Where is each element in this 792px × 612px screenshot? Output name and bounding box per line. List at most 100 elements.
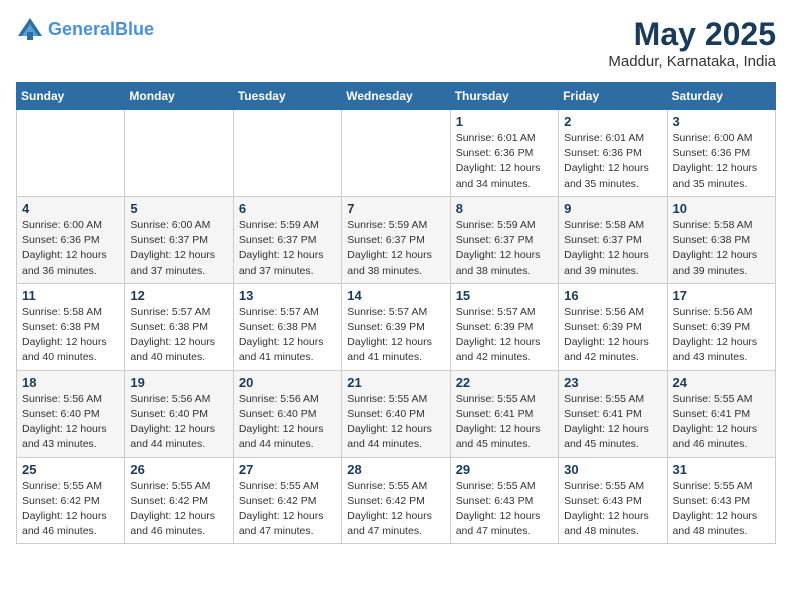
day-number: 27 bbox=[239, 462, 336, 477]
weekday-header-row: SundayMondayTuesdayWednesdayThursdayFrid… bbox=[17, 83, 776, 110]
calendar-cell: 31 Sunrise: 5:55 AM Sunset: 6:43 PM Dayli… bbox=[667, 457, 775, 544]
day-number: 23 bbox=[564, 375, 661, 390]
month-year: May 2025 bbox=[608, 16, 776, 53]
calendar-cell: 9Sunrise: 5:58 AM Sunset: 6:37 PM Daylig… bbox=[559, 196, 667, 283]
day-info: Sunrise: 5:56 AM Sunset: 6:40 PM Dayligh… bbox=[130, 392, 227, 453]
day-number: 13 bbox=[239, 288, 336, 303]
weekday-header-thursday: Thursday bbox=[450, 83, 558, 110]
day-number: 26 bbox=[130, 462, 227, 477]
calendar-cell: 5Sunrise: 6:00 AM Sunset: 6:37 PM Daylig… bbox=[125, 196, 233, 283]
calendar-cell: 28 Sunrise: 5:55 AM Sunset: 6:42 PM Dayli… bbox=[342, 457, 450, 544]
calendar-cell: 8 Sunrise: 5:59 AM Sunset: 6:37 PM Daylig… bbox=[450, 196, 558, 283]
day-number: 28 bbox=[347, 462, 444, 477]
calendar-cell: 17 Sunrise: 5:56 AM Sunset: 6:39 PM Dayli… bbox=[667, 283, 775, 370]
calendar-week-4: 18 Sunrise: 5:56 AM Sunset: 6:40 PM Dayli… bbox=[17, 370, 776, 457]
calendar-cell: 16Sunrise: 5:56 AM Sunset: 6:39 PM Dayli… bbox=[559, 283, 667, 370]
day-number: 21 bbox=[347, 375, 444, 390]
day-number: 25 bbox=[22, 462, 119, 477]
day-info: Sunrise: 5:56 AM Sunset: 6:39 PM Dayligh… bbox=[564, 305, 661, 366]
day-info: Sunrise: 5:56 AM Sunset: 6:39 PM Dayligh… bbox=[673, 305, 770, 366]
calendar-cell: 26 Sunrise: 5:55 AM Sunset: 6:42 PM Dayli… bbox=[125, 457, 233, 544]
day-info: Sunrise: 5:58 AM Sunset: 6:38 PM Dayligh… bbox=[22, 305, 119, 366]
day-info: Sunrise: 5:58 AM Sunset: 6:38 PM Dayligh… bbox=[673, 218, 770, 279]
calendar-cell bbox=[125, 110, 233, 197]
calendar-cell bbox=[17, 110, 125, 197]
page-header: GeneralBlue May 2025 Maddur, Karnataka, … bbox=[16, 16, 776, 70]
calendar-cell: 6 Sunrise: 5:59 AM Sunset: 6:37 PM Daylig… bbox=[233, 196, 341, 283]
day-number: 24 bbox=[673, 375, 770, 390]
day-number: 20 bbox=[239, 375, 336, 390]
calendar-cell: 15 Sunrise: 5:57 AM Sunset: 6:39 PM Dayli… bbox=[450, 283, 558, 370]
weekday-header-wednesday: Wednesday bbox=[342, 83, 450, 110]
day-info: Sunrise: 5:55 AM Sunset: 6:41 PM Dayligh… bbox=[673, 392, 770, 453]
calendar-week-5: 25 Sunrise: 5:55 AM Sunset: 6:42 PM Dayli… bbox=[17, 457, 776, 544]
calendar-cell: 20 Sunrise: 5:56 AM Sunset: 6:40 PM Dayli… bbox=[233, 370, 341, 457]
day-info: Sunrise: 5:55 AM Sunset: 6:42 PM Dayligh… bbox=[239, 479, 336, 540]
day-number: 15 bbox=[456, 288, 553, 303]
location: Maddur, Karnataka, India bbox=[608, 53, 776, 70]
calendar-cell: 7 Sunrise: 5:59 AM Sunset: 6:37 PM Daylig… bbox=[342, 196, 450, 283]
calendar-cell bbox=[342, 110, 450, 197]
calendar-cell bbox=[233, 110, 341, 197]
calendar-cell: 29Sunrise: 5:55 AM Sunset: 6:43 PM Dayli… bbox=[450, 457, 558, 544]
day-info: Sunrise: 5:55 AM Sunset: 6:42 PM Dayligh… bbox=[347, 479, 444, 540]
day-number: 14 bbox=[347, 288, 444, 303]
day-number: 29 bbox=[456, 462, 553, 477]
calendar-cell: 24 Sunrise: 5:55 AM Sunset: 6:41 PM Dayli… bbox=[667, 370, 775, 457]
weekday-header-saturday: Saturday bbox=[667, 83, 775, 110]
calendar-cell: 4Sunrise: 6:00 AM Sunset: 6:36 PM Daylig… bbox=[17, 196, 125, 283]
day-number: 11 bbox=[22, 288, 119, 303]
day-number: 6 bbox=[239, 201, 336, 216]
calendar-cell: 23Sunrise: 5:55 AM Sunset: 6:41 PM Dayli… bbox=[559, 370, 667, 457]
calendar-cell: 13 Sunrise: 5:57 AM Sunset: 6:38 PM Dayli… bbox=[233, 283, 341, 370]
day-info: Sunrise: 5:59 AM Sunset: 6:37 PM Dayligh… bbox=[239, 218, 336, 279]
title-block: May 2025 Maddur, Karnataka, India bbox=[608, 16, 776, 70]
calendar-cell: 12Sunrise: 5:57 AM Sunset: 6:38 PM Dayli… bbox=[125, 283, 233, 370]
day-info: Sunrise: 5:55 AM Sunset: 6:43 PM Dayligh… bbox=[673, 479, 770, 540]
day-number: 17 bbox=[673, 288, 770, 303]
calendar-cell: 21 Sunrise: 5:55 AM Sunset: 6:40 PM Dayli… bbox=[342, 370, 450, 457]
day-info: Sunrise: 5:55 AM Sunset: 6:41 PM Dayligh… bbox=[456, 392, 553, 453]
calendar-week-1: 1Sunrise: 6:01 AM Sunset: 6:36 PM Daylig… bbox=[17, 110, 776, 197]
day-info: Sunrise: 5:59 AM Sunset: 6:37 PM Dayligh… bbox=[456, 218, 553, 279]
calendar-cell: 14 Sunrise: 5:57 AM Sunset: 6:39 PM Dayli… bbox=[342, 283, 450, 370]
logo-text: GeneralBlue bbox=[48, 20, 154, 40]
day-info: Sunrise: 5:55 AM Sunset: 6:40 PM Dayligh… bbox=[347, 392, 444, 453]
day-info: Sunrise: 6:00 AM Sunset: 6:36 PM Dayligh… bbox=[673, 131, 770, 192]
day-number: 3 bbox=[673, 114, 770, 129]
day-info: Sunrise: 5:55 AM Sunset: 6:42 PM Dayligh… bbox=[22, 479, 119, 540]
day-info: Sunrise: 5:57 AM Sunset: 6:38 PM Dayligh… bbox=[239, 305, 336, 366]
calendar-cell: 2Sunrise: 6:01 AM Sunset: 6:36 PM Daylig… bbox=[559, 110, 667, 197]
day-number: 7 bbox=[347, 201, 444, 216]
calendar-week-3: 11 Sunrise: 5:58 AM Sunset: 6:38 PM Dayli… bbox=[17, 283, 776, 370]
day-number: 19 bbox=[130, 375, 227, 390]
logo-line1: General bbox=[48, 19, 115, 39]
day-info: Sunrise: 5:56 AM Sunset: 6:40 PM Dayligh… bbox=[239, 392, 336, 453]
weekday-header-tuesday: Tuesday bbox=[233, 83, 341, 110]
day-number: 1 bbox=[456, 114, 553, 129]
weekday-header-monday: Monday bbox=[125, 83, 233, 110]
day-number: 18 bbox=[22, 375, 119, 390]
day-number: 9 bbox=[564, 201, 661, 216]
calendar-cell: 27 Sunrise: 5:55 AM Sunset: 6:42 PM Dayli… bbox=[233, 457, 341, 544]
day-number: 2 bbox=[564, 114, 661, 129]
logo: GeneralBlue bbox=[16, 16, 154, 44]
weekday-header-friday: Friday bbox=[559, 83, 667, 110]
calendar-cell: 25 Sunrise: 5:55 AM Sunset: 6:42 PM Dayli… bbox=[17, 457, 125, 544]
calendar-cell: 10 Sunrise: 5:58 AM Sunset: 6:38 PM Dayli… bbox=[667, 196, 775, 283]
calendar-cell: 30Sunrise: 5:55 AM Sunset: 6:43 PM Dayli… bbox=[559, 457, 667, 544]
day-number: 10 bbox=[673, 201, 770, 216]
day-info: Sunrise: 5:56 AM Sunset: 6:40 PM Dayligh… bbox=[22, 392, 119, 453]
day-number: 12 bbox=[130, 288, 227, 303]
day-number: 8 bbox=[456, 201, 553, 216]
day-number: 31 bbox=[673, 462, 770, 477]
day-info: Sunrise: 5:59 AM Sunset: 6:37 PM Dayligh… bbox=[347, 218, 444, 279]
day-info: Sunrise: 6:00 AM Sunset: 6:37 PM Dayligh… bbox=[130, 218, 227, 279]
day-info: Sunrise: 5:57 AM Sunset: 6:39 PM Dayligh… bbox=[347, 305, 444, 366]
day-info: Sunrise: 5:55 AM Sunset: 6:42 PM Dayligh… bbox=[130, 479, 227, 540]
calendar-cell: 22Sunrise: 5:55 AM Sunset: 6:41 PM Dayli… bbox=[450, 370, 558, 457]
day-info: Sunrise: 5:57 AM Sunset: 6:39 PM Dayligh… bbox=[456, 305, 553, 366]
calendar-cell: 11 Sunrise: 5:58 AM Sunset: 6:38 PM Dayli… bbox=[17, 283, 125, 370]
day-info: Sunrise: 5:55 AM Sunset: 6:43 PM Dayligh… bbox=[564, 479, 661, 540]
weekday-header-sunday: Sunday bbox=[17, 83, 125, 110]
